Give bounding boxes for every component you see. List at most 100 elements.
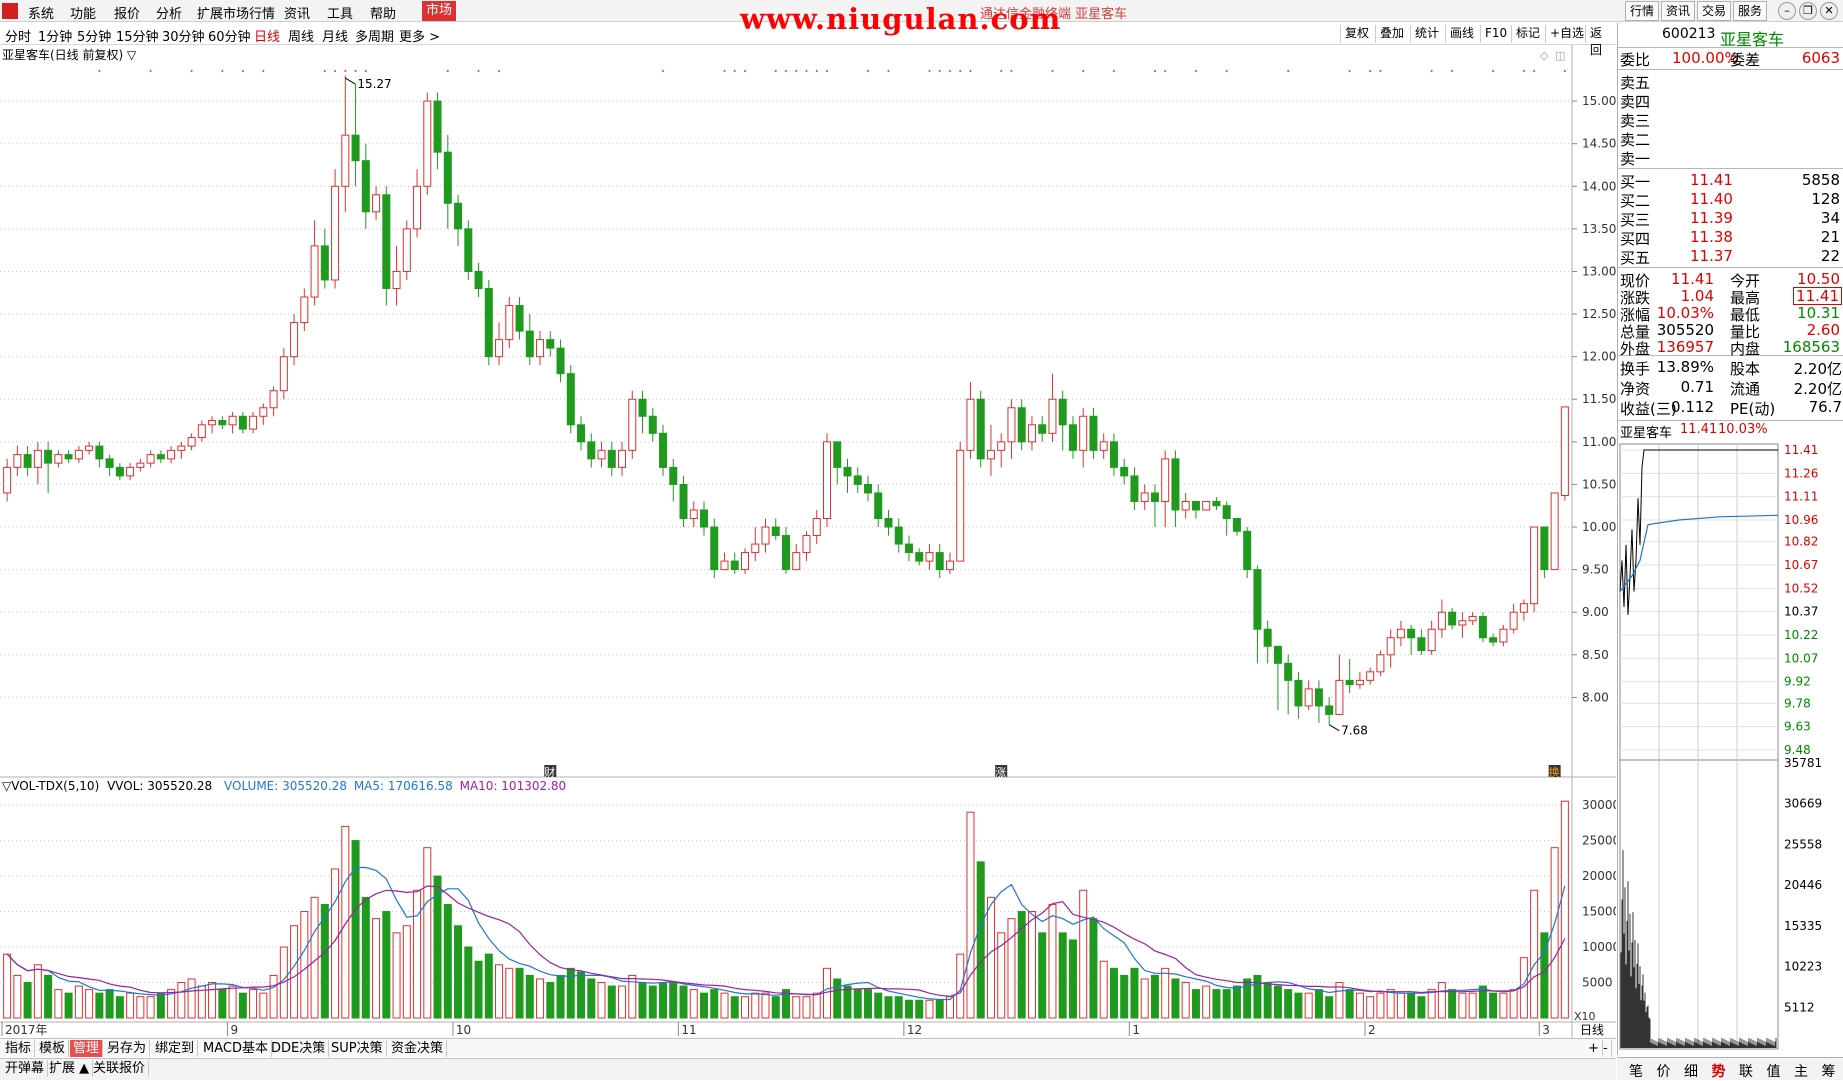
indicator-tab-3[interactable]: 另存为 xyxy=(104,1040,151,1057)
period-monthly[interactable]: 月线 xyxy=(322,26,348,45)
candle xyxy=(556,339,565,383)
buy-volume: 128 xyxy=(1811,190,1840,208)
tool-draw[interactable]: 画线 xyxy=(1445,25,1478,43)
volume-bar xyxy=(853,989,862,1019)
quote-tab-5[interactable]: 值 xyxy=(1767,1061,1781,1081)
candle-body xyxy=(1509,611,1518,630)
volume-bar xyxy=(433,875,442,1019)
quote-tab-7[interactable]: 筹 xyxy=(1822,1061,1836,1081)
candle-body xyxy=(1212,500,1221,507)
minimize-icon[interactable]: – xyxy=(1778,2,1796,20)
period-timeshare[interactable]: 分时 xyxy=(5,26,31,45)
menu-news[interactable]: 资讯 xyxy=(284,3,310,22)
period-60min[interactable]: 60分钟 xyxy=(208,26,251,45)
vol-indicator-name[interactable]: ▽VOL-TDX(5,10) xyxy=(2,779,99,793)
close-icon[interactable]: ✕ xyxy=(1820,2,1838,20)
menu-tools[interactable]: 工具 xyxy=(327,3,353,22)
tool-stats[interactable]: 统计 xyxy=(1410,25,1443,43)
menu-quote[interactable]: 报价 xyxy=(114,3,140,22)
quote-tab-1[interactable]: 价 xyxy=(1657,1061,1671,1081)
volume-bar xyxy=(115,996,124,1019)
volume-bar xyxy=(1140,978,1149,1019)
candle-body xyxy=(259,407,268,417)
mini-price-tick: 10.67 xyxy=(1784,558,1818,572)
menu-function[interactable]: 功能 xyxy=(70,3,96,22)
top-button-news[interactable]: 资讯 xyxy=(1661,1,1696,21)
buy-row: 买五 11.37 22 xyxy=(1618,247,1843,267)
status-button-1[interactable]: 扩展 ▲ xyxy=(46,1060,94,1077)
quote-tab-4[interactable]: 联 xyxy=(1739,1061,1753,1081)
period-multi[interactable]: 多周期 xyxy=(355,26,394,45)
menu-system[interactable]: 系统 xyxy=(28,3,54,22)
zoom-out-icon[interactable]: - xyxy=(1600,1040,1612,1057)
candle xyxy=(782,527,790,574)
period-15min[interactable]: 15分钟 xyxy=(116,26,159,45)
period-5min[interactable]: 5分钟 xyxy=(77,26,111,45)
app-logo-icon[interactable] xyxy=(2,3,18,19)
volume-bar xyxy=(290,925,299,1019)
indicator-tab-0[interactable]: 指标 xyxy=(2,1040,36,1057)
indicator-tab-2[interactable]: 管理 xyxy=(70,1040,104,1057)
tool-mark[interactable]: 标记 xyxy=(1511,25,1544,43)
candle xyxy=(361,143,370,229)
indicator-tab-4[interactable]: 绑定到 xyxy=(152,1040,199,1057)
candle xyxy=(1489,633,1498,647)
candle xyxy=(351,84,360,187)
status-button-0[interactable]: 开弹幕 xyxy=(2,1060,49,1077)
menu-help[interactable]: 帮助 xyxy=(370,3,396,22)
tool-f10[interactable]: F10 xyxy=(1480,25,1511,43)
signal-dot xyxy=(825,70,828,72)
indicator-tab-5[interactable]: MACD基本 xyxy=(200,1040,272,1057)
volume-bar xyxy=(577,971,586,1019)
menu-analysis[interactable]: 分析 xyxy=(156,3,182,22)
menu-extended-market[interactable]: 扩展市场行情 xyxy=(197,3,275,22)
candle xyxy=(1509,603,1518,634)
candle-body xyxy=(1007,407,1016,443)
signal-dot xyxy=(241,70,244,72)
period-30min[interactable]: 30分钟 xyxy=(162,26,205,45)
candle-body xyxy=(372,194,381,213)
period-1min[interactable]: 1分钟 xyxy=(38,26,72,45)
candle-body xyxy=(1140,492,1149,502)
vol-tick-label: 15000 xyxy=(1582,905,1616,919)
tool-add-watchlist[interactable]: +自选 xyxy=(1545,25,1588,43)
top-button-service[interactable]: 服务 xyxy=(1733,1,1768,21)
indicator-tab-6[interactable]: DDE决策 xyxy=(268,1040,330,1057)
quote-tab-0[interactable]: 笔 xyxy=(1629,1061,1643,1081)
candle xyxy=(597,441,606,468)
candle xyxy=(1468,612,1477,625)
period-daily[interactable]: 日线 xyxy=(254,26,280,45)
status-button-2[interactable]: 关联报价 xyxy=(90,1060,150,1077)
tool-back[interactable]: 返回 xyxy=(1585,25,1616,57)
indicator-tab-8[interactable]: 资金决策 xyxy=(388,1040,448,1057)
indicator-tab-7[interactable]: SUP决策 xyxy=(328,1040,387,1057)
candle xyxy=(443,135,452,229)
stat2-label: 收益(三) xyxy=(1620,400,1677,418)
vol-tick-label: 10000 xyxy=(1582,940,1616,954)
volume-chart[interactable]: 30000 25000 20000 15000 10000 5000 X10 2017年 9 10… xyxy=(0,778,1616,1038)
candlestick-chart[interactable]: 15.00 14.50 14.00 13.50 13.00 12.50 12.00 11.50… xyxy=(0,45,1616,778)
candle-body xyxy=(238,415,247,430)
menu-market[interactable]: 市场 xyxy=(422,1,457,21)
signal-dot xyxy=(1051,70,1054,72)
indicator-tab-1[interactable]: 模板 xyxy=(36,1040,70,1057)
menu-bar: 系统 功能 报价 分析 扩展市场行情 资讯 工具 帮助 市场 通达信金融终端 亚… xyxy=(0,0,1843,36)
tool-overlay[interactable]: 叠加 xyxy=(1375,25,1408,43)
volume-bar xyxy=(1335,982,1344,1019)
period-more[interactable]: 更多 > xyxy=(399,26,440,45)
candle xyxy=(413,169,422,238)
candle xyxy=(64,450,73,464)
mini-intraday-chart[interactable]: 11.41 11.26 11.11 10.96 10.82 10.67 10.52 10.37… xyxy=(1618,440,1843,1055)
volume-bar xyxy=(618,985,627,1019)
quote-tab-6[interactable]: 主 xyxy=(1794,1061,1808,1081)
quote-tab-3[interactable]: 势 xyxy=(1712,1061,1726,1081)
period-weekly[interactable]: 周线 xyxy=(288,26,314,45)
top-button-trade[interactable]: 交易 xyxy=(1697,1,1732,21)
candle-body xyxy=(156,454,165,460)
volume-bar xyxy=(587,978,596,1019)
quote-tab-2[interactable]: 细 xyxy=(1684,1061,1698,1081)
tool-adjust[interactable]: 复权 xyxy=(1340,25,1373,43)
top-button-quote[interactable]: 行情 xyxy=(1625,1,1660,21)
candle-body xyxy=(44,449,53,464)
restore-icon[interactable]: ❐ xyxy=(1799,2,1817,20)
